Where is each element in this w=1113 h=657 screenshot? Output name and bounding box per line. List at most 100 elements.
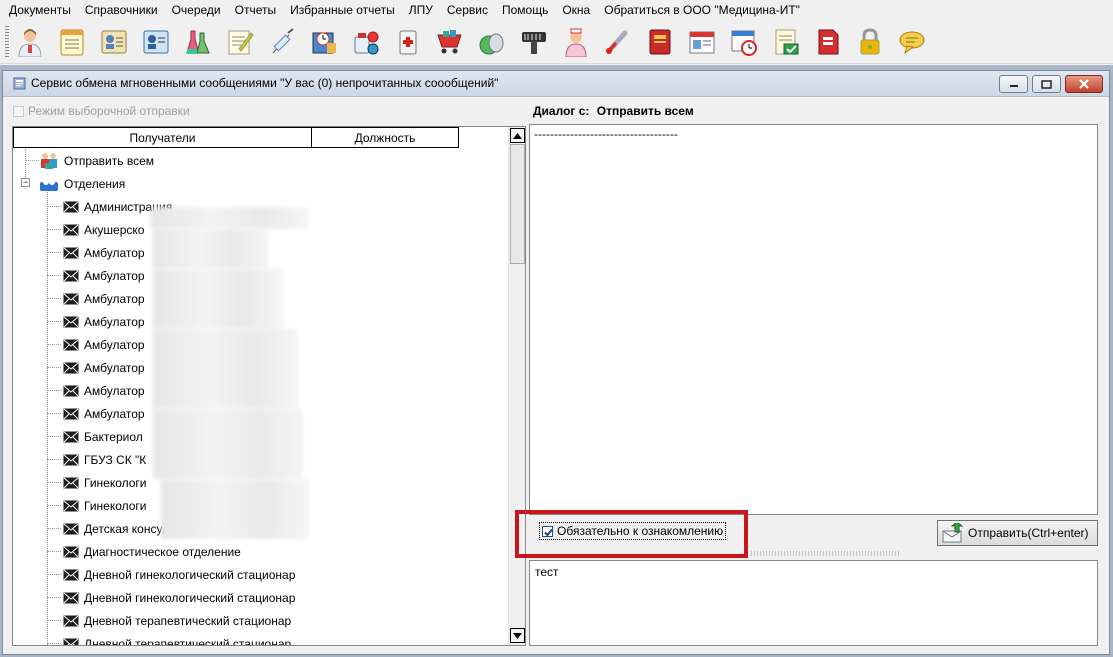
pills-icon[interactable]	[349, 24, 383, 60]
menu-service[interactable]: Сервис	[440, 0, 495, 20]
scroll-down-button[interactable]	[510, 628, 525, 643]
envelope-icon	[63, 293, 79, 304]
tree-item-department[interactable]: Акушерско	[63, 218, 144, 241]
menu-favorite-reports[interactable]: Избранные отчеты	[283, 0, 402, 20]
gel-icon[interactable]	[475, 24, 509, 60]
calendar-clock-icon[interactable]	[727, 24, 761, 60]
envelope-icon	[63, 362, 79, 373]
tree-item-departments[interactable]: Отделения	[39, 172, 125, 195]
tree-line	[47, 344, 61, 345]
window-titlebar[interactable]: Сервис обмена мгновенными сообщениями "У…	[3, 71, 1109, 97]
tree-item-department[interactable]: Амбулатор	[63, 402, 145, 425]
tree-item-department[interactable]: Диагностическое отделение	[63, 540, 241, 563]
id-card-icon[interactable]	[97, 24, 131, 60]
column-position[interactable]: Должность	[312, 127, 459, 148]
syringe-icon[interactable]	[265, 24, 299, 60]
maximize-button[interactable]	[1032, 75, 1061, 93]
tree-line	[47, 528, 61, 529]
menu-windows[interactable]: Окна	[555, 0, 597, 20]
tree-item-department[interactable]: Дневной гинекологический стационар	[63, 563, 295, 586]
close-button[interactable]	[1065, 75, 1103, 93]
recipients-tree[interactable]: Получатели Должность Отправить всем − От…	[12, 126, 526, 646]
doctor-icon[interactable]	[13, 24, 47, 60]
thermometer-icon[interactable]	[601, 24, 635, 60]
envelope-icon	[63, 477, 79, 488]
tree-item-department[interactable]: Амбулатор	[63, 287, 145, 310]
barcode-scanner-icon[interactable]	[517, 24, 551, 60]
tree-item-department[interactable]: Амбулатор	[63, 379, 145, 402]
menu-reports[interactable]: Отчеты	[228, 0, 283, 20]
tree-item-department[interactable]: Гинекологи	[63, 471, 147, 494]
edit-document-icon[interactable]	[223, 24, 257, 60]
recipients-pane: Режим выборочной отправки Получатели Дол…	[3, 98, 527, 654]
tree-item-send-all[interactable]: Отправить всем	[39, 149, 154, 172]
red-document-icon[interactable]	[811, 24, 845, 60]
tree-scrollbar[interactable]	[508, 127, 525, 645]
clock-book-icon[interactable]	[307, 24, 341, 60]
tree-item-label: Отделения	[64, 176, 126, 191]
tree-item-department[interactable]: ГБУЗ СК "К	[63, 448, 146, 471]
tree-line	[47, 505, 61, 506]
signed-document-icon[interactable]	[769, 24, 803, 60]
selective-send-checkbox[interactable]: Режим выборочной отправки	[13, 104, 190, 118]
red-book-icon[interactable]	[643, 24, 677, 60]
restore-icon	[1041, 79, 1052, 89]
scroll-thumb[interactable]	[510, 144, 525, 264]
mandatory-read-checkbox-box[interactable]	[542, 525, 553, 537]
toolbar-grip[interactable]	[5, 26, 9, 58]
id-card-blue-icon[interactable]	[139, 24, 173, 60]
minimize-button[interactable]	[999, 75, 1028, 93]
tree-item-department[interactable]: Дневной терапевтический стационар	[63, 632, 291, 645]
chat-bubble-icon[interactable]	[895, 24, 929, 60]
tree-item-department[interactable]: Амбулатор	[63, 241, 145, 264]
menu-contact[interactable]: Обратиться в ООО "Медицина-ИТ"	[597, 0, 807, 20]
tree-item-department[interactable]: Дневной гинекологический стационар	[63, 586, 295, 609]
tree-line	[47, 189, 48, 645]
tree-item-label: Диагностическое отделение	[84, 544, 241, 559]
send-button[interactable]: Отправить(Ctrl+enter)	[937, 520, 1098, 546]
tree-item-department[interactable]: Дневной терапевтический стационар	[63, 609, 291, 632]
notepad-icon[interactable]	[55, 24, 89, 60]
scroll-up-button[interactable]	[510, 128, 525, 143]
tree-rows: Отправить всем − Отделения Администрация…	[13, 149, 508, 645]
tree-item-label: Амбулатор	[84, 406, 145, 421]
selective-send-checkbox-box[interactable]	[13, 105, 24, 117]
calendar-card-icon[interactable]	[685, 24, 719, 60]
collapse-toggle[interactable]: −	[21, 178, 30, 187]
mandatory-read-checkbox[interactable]: Обязательно к ознакомлению	[539, 522, 727, 540]
envelope-icon	[63, 339, 79, 350]
input-splitter[interactable]	[751, 551, 901, 556]
envelope-icon	[63, 201, 79, 212]
message-input[interactable]: тест	[529, 560, 1098, 646]
tree-item-label: Амбулатор	[84, 291, 145, 306]
envelope-icon	[63, 224, 79, 235]
message-history[interactable]: ------------------------------------	[529, 124, 1098, 515]
menu-queues[interactable]: Очереди	[165, 0, 228, 20]
tree-item-department[interactable]: Гинекологи	[63, 494, 147, 517]
tree-item-department[interactable]: Амбулатор	[63, 310, 145, 333]
menu-references[interactable]: Справочники	[78, 0, 165, 20]
menu-lpu[interactable]: ЛПУ	[402, 0, 440, 20]
arrow-up-icon	[513, 132, 522, 139]
toolbar	[0, 20, 1113, 64]
tree-item-department[interactable]: Амбулатор	[63, 264, 145, 287]
envelope-icon	[63, 569, 79, 580]
column-recipients[interactable]: Получатели	[13, 127, 312, 148]
menu-help[interactable]: Помощь	[495, 0, 555, 20]
tree-item-department[interactable]: Бактериол	[63, 425, 143, 448]
nurse-icon[interactable]	[559, 24, 593, 60]
lock-icon[interactable]	[853, 24, 887, 60]
tree-item-department[interactable]: Амбулатор	[63, 356, 145, 379]
tree-line	[25, 160, 39, 161]
tree-item-label: Дневной гинекологический стационар	[84, 567, 296, 582]
tree-item-label: Гинекологи	[84, 475, 147, 490]
cart-icon[interactable]	[433, 24, 467, 60]
lab-flasks-icon[interactable]	[181, 24, 215, 60]
tree-item-label: Дневной гинекологический стационар	[84, 590, 296, 605]
tree-item-department[interactable]: Амбулатор	[63, 333, 145, 356]
tree-header: Получатели Должность	[13, 127, 459, 148]
first-aid-kit-icon[interactable]	[391, 24, 425, 60]
menu-documents[interactable]: Документы	[2, 0, 78, 20]
arrow-down-icon	[513, 632, 522, 639]
window-title: Сервис обмена мгновенными сообщениями "У…	[31, 76, 499, 90]
